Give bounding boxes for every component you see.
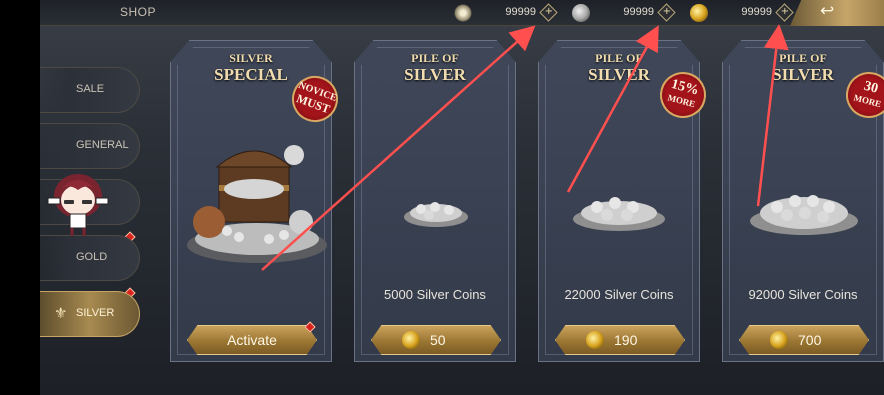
gem-icon <box>454 4 472 22</box>
gold-coin-icon <box>770 331 788 349</box>
gold-coin-icon <box>586 331 604 349</box>
card-caption: 92000 Silver Coins <box>748 287 858 302</box>
card-title-line1: PILE OF <box>779 51 827 65</box>
buy-button[interactable]: 50 <box>371 325 501 355</box>
game-shop-screen: SHOP 99999 + 99999 + 99999 + ↩ SALE GENE… <box>0 0 884 395</box>
buy-button[interactable]: 190 <box>555 325 685 355</box>
sidebar-item-sale[interactable]: SALE <box>40 67 140 113</box>
silver-pile-icon <box>750 195 858 235</box>
back-arrow-icon: ↩ <box>820 1 835 21</box>
silver-pile-icon <box>404 202 468 227</box>
currency-silver: 99999 + <box>572 3 680 23</box>
card-title-line1: PILE OF <box>595 51 643 65</box>
card-caption: 5000 Silver Coins <box>384 287 486 302</box>
currency-gem: 99999 + <box>454 3 562 23</box>
sidebar-item-gold[interactable]: GOLD <box>40 235 140 281</box>
back-button[interactable]: ↩ <box>790 0 884 26</box>
card-title-line1: PILE OF <box>411 51 459 65</box>
sidebar-item-label: SALE <box>76 83 105 95</box>
silver-coin-icon <box>572 4 590 22</box>
sidebar-item-label: GENERAL <box>76 139 129 151</box>
plus-icon: + <box>780 6 790 18</box>
activate-button-label: Activate <box>227 332 277 348</box>
currency-gold-value: 99999 <box>741 6 772 18</box>
card-title-line1: SILVER <box>229 51 273 65</box>
currency-silver-value: 99999 <box>623 6 654 18</box>
letterbox-left <box>0 0 40 395</box>
price-value: 700 <box>798 332 822 348</box>
price-value: 190 <box>614 332 638 348</box>
sidebar-item-label: GOLD <box>76 251 108 263</box>
activate-button[interactable]: Activate <box>187 325 317 355</box>
currency-gem-value: 99999 <box>505 6 536 18</box>
page-title: SHOP <box>120 5 157 19</box>
mascot-character-icon[interactable] <box>42 170 114 240</box>
add-gem-button[interactable]: + <box>539 3 558 22</box>
price-value: 50 <box>430 332 446 348</box>
add-silver-button[interactable]: + <box>657 3 676 22</box>
gold-coin-icon <box>690 4 708 22</box>
card-caption: 22000 Silver Coins <box>564 287 674 302</box>
buy-button[interactable]: 700 <box>739 325 869 355</box>
sidebar-item-general[interactable]: GENERAL <box>40 123 140 169</box>
sidebar-item-silver[interactable]: ⚜ SILVER <box>40 291 140 337</box>
top-bar: SHOP 99999 + 99999 + 99999 + <box>40 0 884 26</box>
silver-pile-icon <box>573 197 665 231</box>
sidebar-item-label: SILVER <box>76 307 115 319</box>
gold-coin-icon <box>402 331 420 349</box>
currency-gold: 99999 + <box>690 3 798 23</box>
treasure-chest-icon <box>187 145 327 263</box>
add-gold-button[interactable]: + <box>775 3 794 22</box>
plus-icon: + <box>544 6 554 18</box>
card-title-line2: SILVER <box>404 65 466 84</box>
shop-card-pile-5000[interactable]: PILE OF SILVER 5000 Silver Coins 50 <box>354 40 516 362</box>
plus-icon: + <box>662 6 672 18</box>
fleur-de-lis-icon: ⚜ <box>54 304 68 322</box>
